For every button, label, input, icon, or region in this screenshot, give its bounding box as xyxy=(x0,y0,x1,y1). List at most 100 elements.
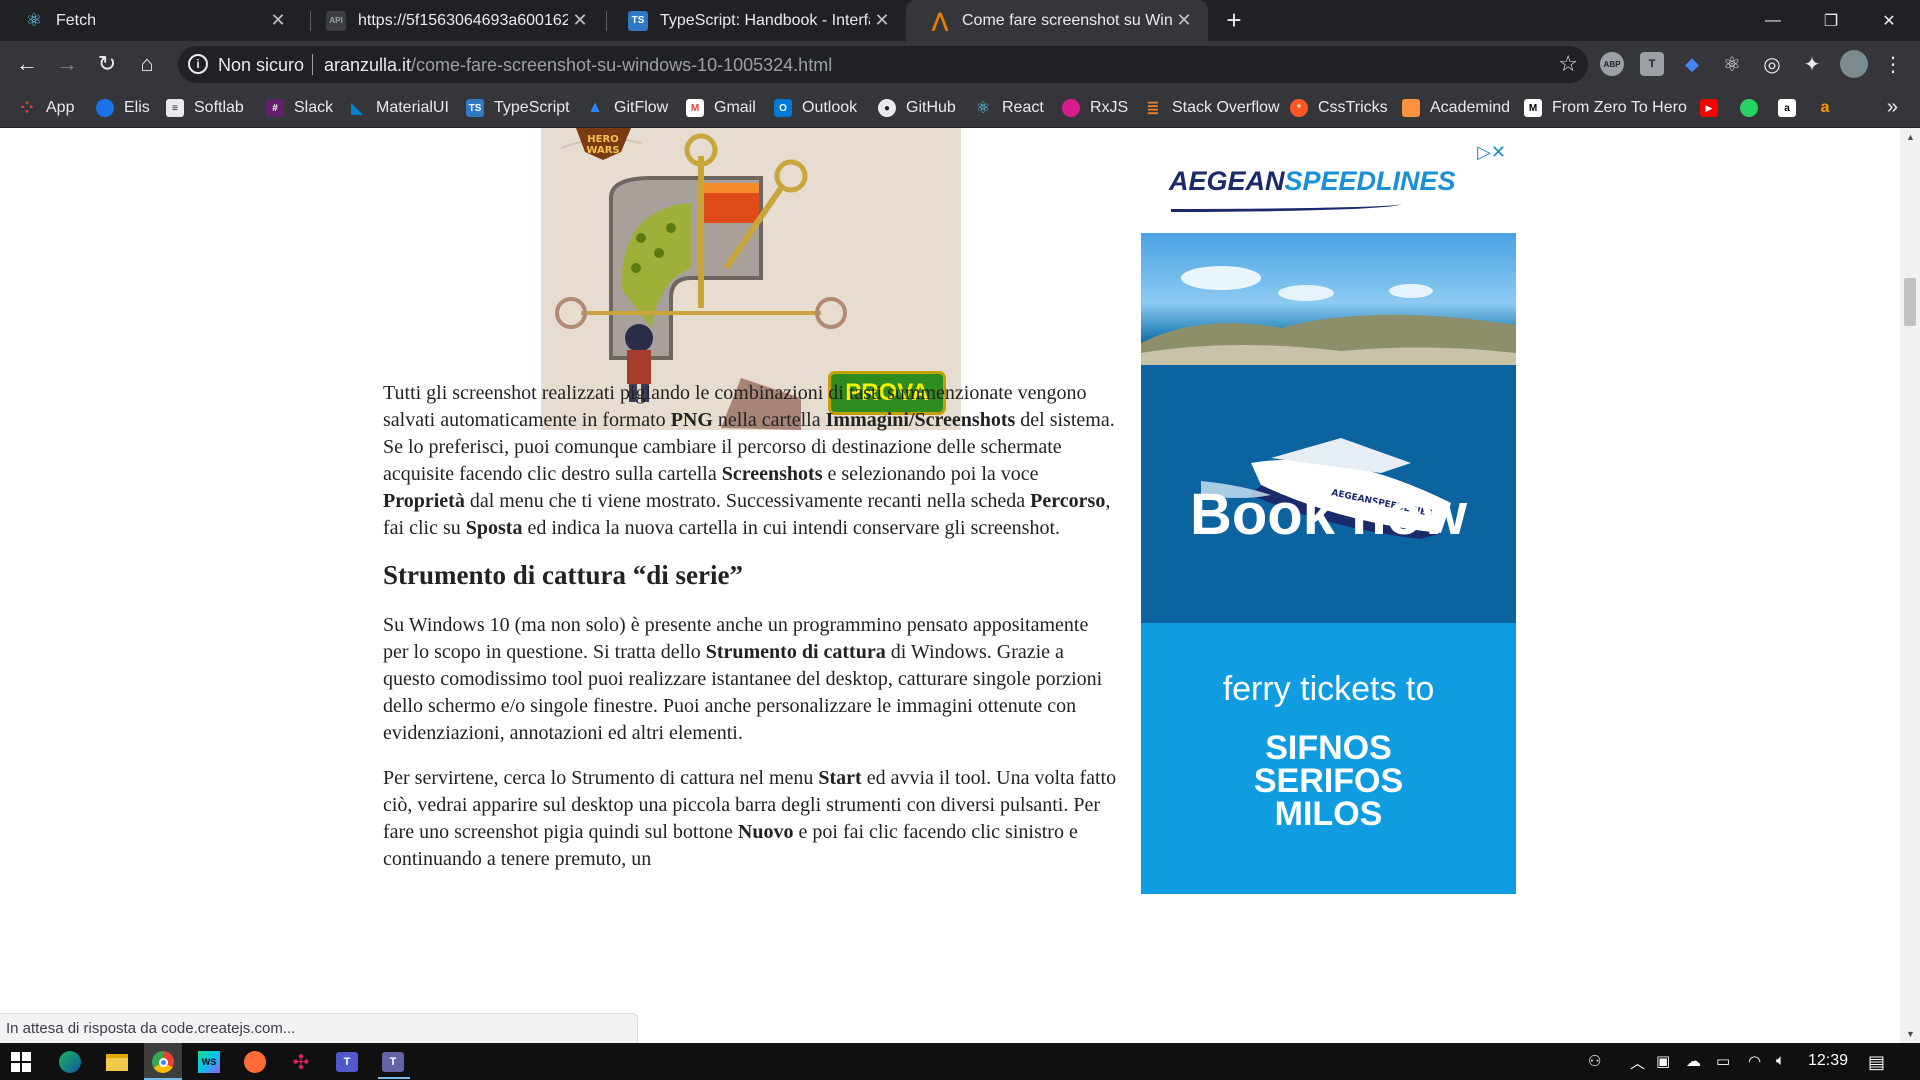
reload-button[interactable]: ↻ xyxy=(92,49,122,79)
volume-icon[interactable]: 🔈︎ xyxy=(1776,1052,1785,1069)
bookmark-amazon[interactable]: a xyxy=(1778,96,1806,120)
svg-text:WARS: WARS xyxy=(586,145,619,156)
close-tab-icon[interactable]: ✕ xyxy=(870,9,894,33)
bookmark-softlab[interactable]: ≡ Softlab xyxy=(166,96,244,120)
extensions-icon[interactable]: ✦ xyxy=(1800,52,1824,76)
teams-icon[interactable]: T xyxy=(332,1047,362,1077)
notification-center-icon[interactable]: ▤ xyxy=(1868,1052,1885,1073)
edge-icon[interactable] xyxy=(55,1047,85,1077)
minimize-icon: — xyxy=(1765,11,1781,29)
tab-title: Come fare screenshot su Window xyxy=(962,11,1172,29)
adchoices-icon[interactable]: ▷✕ xyxy=(1477,142,1506,163)
bookmark-rxjs[interactable]: RxJS xyxy=(1062,96,1128,120)
bookmark-label: TypeScript xyxy=(494,99,570,116)
webstorm-icon[interactable]: WS xyxy=(194,1047,224,1077)
text-run: ed indica la nuova cartella in cui inten… xyxy=(522,517,1061,539)
reload-icon: ↻ xyxy=(97,51,117,76)
bookmark-csstricks[interactable]: * CssTricks xyxy=(1290,96,1388,120)
whatsapp-icon xyxy=(1740,99,1758,117)
bookmark-gmail[interactable]: M Gmail xyxy=(686,96,756,120)
close-tab-icon[interactable]: ✕ xyxy=(1172,9,1196,33)
bookmark-label: Slack xyxy=(294,99,334,116)
aegean-speedlines-ad[interactable]: ▷✕ AEGEANSPEEDLINES AEGEANSPEEDLINES Boo… xyxy=(1141,136,1516,894)
bookmark-react[interactable]: ⚛ React xyxy=(974,96,1044,120)
new-tab-button[interactable]: + xyxy=(1220,5,1248,35)
bookmarks-bar: ⁘ App Elis ≡ Softlab # Slack ◣ MaterialU… xyxy=(0,88,1920,128)
minimize-button[interactable]: — xyxy=(1744,0,1802,41)
bookmark-stackoverflow[interactable]: ≣ Stack Overflow xyxy=(1144,96,1279,120)
article-paragraph-3: Per servirtene, cerca lo Strumento di ca… xyxy=(383,765,1118,873)
bookmark-slack[interactable]: # Slack xyxy=(266,96,333,120)
bookmark-label: MaterialUI xyxy=(376,99,449,116)
menu-button[interactable]: ⋮ xyxy=(1878,49,1908,79)
react-devtools-icon[interactable]: ⚛ xyxy=(1720,52,1744,76)
tab-fetch[interactable]: ⚛ Fetch ✕ xyxy=(0,0,302,41)
battery-icon[interactable]: ▭ xyxy=(1716,1052,1730,1070)
bookmark-gitflow[interactable]: ▲ GitFlow xyxy=(586,96,668,120)
bookmark-outlook[interactable]: O Outlook xyxy=(774,96,857,120)
scroll-up-arrow-icon[interactable]: ▲ xyxy=(1906,132,1915,142)
bold-term: Screenshots xyxy=(721,463,823,485)
tab-title: TypeScript: Handbook - Interface xyxy=(660,11,870,29)
scrollbar-thumb[interactable] xyxy=(1904,278,1916,326)
bookmark-amazon-smile[interactable]: a xyxy=(1816,96,1844,120)
puzzle-blue-icon[interactable]: ◆ xyxy=(1680,52,1704,76)
bookmark-star-icon[interactable]: ☆ xyxy=(1558,51,1578,77)
bookmark-materialui[interactable]: ◣ MaterialUI xyxy=(348,96,449,120)
wifi-icon[interactable]: ◠ xyxy=(1748,1052,1761,1070)
bookmark-github[interactable]: ● GitHub xyxy=(878,96,956,120)
file-explorer-icon[interactable] xyxy=(102,1047,132,1077)
page-scrollbar[interactable]: ▲ ▼ xyxy=(1900,128,1920,1043)
home-button[interactable]: ⌂ xyxy=(132,49,162,79)
ad-brand: AEGEANSPEEDLINES xyxy=(1169,166,1456,196)
bookmark-typescript[interactable]: TS TypeScript xyxy=(466,96,570,120)
avatar[interactable] xyxy=(1840,50,1868,78)
bookmark-youtube[interactable]: ▶ xyxy=(1700,96,1728,120)
bold-term: PNG xyxy=(670,409,713,431)
tab-mockapi[interactable]: API https://5f1563064693a6001627 ✕ xyxy=(302,0,604,41)
bookmark-label: GitFlow xyxy=(614,99,669,116)
bookmark-elis[interactable]: Elis xyxy=(96,96,150,120)
close-tab-icon[interactable]: ✕ xyxy=(266,9,290,33)
onedrive-icon[interactable]: ☁ xyxy=(1686,1052,1701,1070)
article-paragraph-1: Tutti gli screenshot realizzati pigiando… xyxy=(383,380,1118,542)
status-bubble: In attesa di risposta da code.createjs.c… xyxy=(0,1013,638,1043)
bookmark-app[interactable]: ⁘ App xyxy=(18,96,74,120)
bookmarks-overflow-button[interactable]: » xyxy=(1887,96,1898,119)
url-host: aranzulla.it xyxy=(324,55,412,75)
aranzulla-icon: ⋀ xyxy=(931,10,949,32)
chrome-icon[interactable] xyxy=(148,1047,178,1077)
csstricks-icon: * xyxy=(1290,99,1308,117)
youtube-icon: ▶ xyxy=(1700,99,1718,117)
bookmark-label: From Zero To Hero xyxy=(1552,99,1687,116)
slack-icon[interactable]: ✣ xyxy=(286,1047,316,1077)
teams-preview-icon[interactable]: T xyxy=(378,1047,408,1077)
target-icon[interactable]: ◎ xyxy=(1760,52,1784,76)
forward-button[interactable]: → xyxy=(52,49,82,79)
tab-typescript-handbook[interactable]: TS TypeScript: Handbook - Interface ✕ xyxy=(604,0,906,41)
back-button[interactable]: ← xyxy=(12,49,42,79)
ad-subline: ferry tickets to xyxy=(1222,670,1435,708)
people-icon[interactable]: ⚇ xyxy=(1588,1052,1601,1070)
translate-icon[interactable]: T xyxy=(1640,52,1664,76)
bookmark-academind[interactable]: Academind xyxy=(1402,96,1510,120)
adblock-icon[interactable]: ABP xyxy=(1600,52,1624,76)
postman-icon[interactable] xyxy=(240,1047,270,1077)
bookmark-label: Gmail xyxy=(714,99,756,116)
scroll-down-arrow-icon[interactable]: ▼ xyxy=(1906,1029,1915,1039)
tab-aranzulla-active[interactable]: ⋀ Come fare screenshot su Window ✕ xyxy=(906,0,1208,41)
info-icon[interactable]: i xyxy=(188,54,208,74)
security-center-icon[interactable]: ▣ xyxy=(1656,1052,1670,1070)
bookmark-whatsapp[interactable] xyxy=(1740,96,1768,120)
taskbar-clock[interactable]: 12:39 xyxy=(1808,1052,1848,1070)
close-tab-icon[interactable]: ✕ xyxy=(568,9,592,33)
arrow-right-icon: → xyxy=(56,51,78,76)
restore-button[interactable]: ❐ xyxy=(1802,0,1860,41)
address-bar[interactable]: i Non sicuro aranzulla.it /come-fare-scr… xyxy=(178,46,1588,83)
close-window-button[interactable]: ✕ xyxy=(1860,0,1918,41)
windows-start-icon[interactable] xyxy=(6,1047,36,1077)
bookmark-label: RxJS xyxy=(1090,99,1129,116)
stackoverflow-icon: ≣ xyxy=(1146,100,1160,117)
bookmark-from-zero-to-hero[interactable]: M From Zero To Hero xyxy=(1524,96,1687,120)
chevron-up-icon[interactable]: ︿ xyxy=(1630,1052,1645,1073)
